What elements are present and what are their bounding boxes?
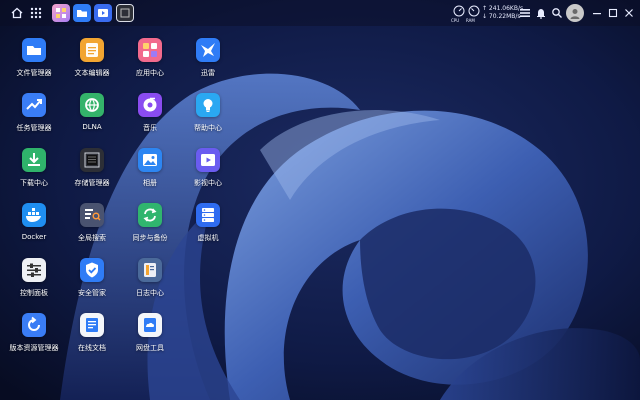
desktop-app-thunder-bird[interactable]: 迅雷 xyxy=(180,38,236,88)
desktop-app-log[interactable]: 日志中心 xyxy=(122,258,178,308)
video-icon xyxy=(196,148,220,172)
desktop-app-label: 迅雷 xyxy=(201,69,215,77)
storage-manager-icon[interactable] xyxy=(116,4,134,22)
desktop-app-notepad[interactable]: 文本编辑器 xyxy=(64,38,120,88)
desktop-app-docker-whale[interactable]: Docker xyxy=(6,203,62,253)
notepad-icon xyxy=(80,38,104,62)
download-icon xyxy=(22,148,46,172)
folder-icon xyxy=(22,38,46,62)
desktop-app-history[interactable]: 版本资源管理器 xyxy=(6,313,62,363)
search-icon[interactable] xyxy=(548,4,566,22)
avatar[interactable] xyxy=(566,4,584,22)
shield-check-icon xyxy=(80,258,104,282)
desktop-app-server[interactable]: 虚拟机 xyxy=(180,203,236,253)
music-icon xyxy=(138,93,162,117)
sync-icon xyxy=(138,203,162,227)
app-grid-icon[interactable] xyxy=(27,4,45,22)
desktop-app-label: 任务管理器 xyxy=(16,124,52,132)
dlna-globe-icon xyxy=(80,93,104,117)
lightbulb-icon xyxy=(196,93,220,117)
desktop-app-folder[interactable]: 文件管理器 xyxy=(6,38,62,88)
desktop-app-sync[interactable]: 同步与备份 xyxy=(122,203,178,253)
desktop-app-label: DLNA xyxy=(82,123,102,131)
document-icon xyxy=(80,313,104,337)
desktop-app-label: 网盘工具 xyxy=(136,344,164,352)
desktop-app-search-list[interactable]: 全局搜索 xyxy=(64,203,120,253)
desktop-app-label: 文件管理器 xyxy=(16,69,52,77)
desktop-app-dlna-globe[interactable]: DLNA xyxy=(64,93,120,143)
desktop-app-label: Docker xyxy=(21,233,47,241)
desktop-app-video[interactable]: 影视中心 xyxy=(180,148,236,198)
storage-icon xyxy=(80,148,104,172)
file-manager-icon[interactable] xyxy=(73,4,91,22)
sliders-icon xyxy=(22,258,46,282)
thunder-bird-icon xyxy=(196,38,220,62)
desktop-app-label: 应用中心 xyxy=(136,69,164,77)
desktop-app-label: 相册 xyxy=(143,179,157,187)
server-icon xyxy=(196,203,220,227)
media-player-icon[interactable] xyxy=(94,4,112,22)
ram-label: RAM xyxy=(466,18,475,23)
docker-whale-icon xyxy=(22,203,46,227)
desktop-app-sliders[interactable]: 控制面板 xyxy=(6,258,62,308)
log-icon xyxy=(138,258,162,282)
desktop-app-label: 同步与备份 xyxy=(132,234,168,242)
desktop-app-chart-trend[interactable]: 任务管理器 xyxy=(6,93,62,143)
top-bar: CPU RAM ↑ 241.06KB/s ↓ 70.22MB/s xyxy=(0,0,640,26)
desktop-app-shield-check[interactable]: 安全管家 xyxy=(64,258,120,308)
desktop-app-label: 音乐 xyxy=(143,124,157,132)
app-center-icon xyxy=(138,38,162,62)
cpu-label: CPU xyxy=(451,18,460,23)
desktop-app-music[interactable]: 音乐 xyxy=(122,93,178,143)
desktop-app-lightbulb[interactable]: 帮助中心 xyxy=(180,93,236,143)
photo-icon xyxy=(138,148,162,172)
desktop-app-app-center[interactable]: 应用中心 xyxy=(122,38,178,88)
desktop-app-label: 控制面板 xyxy=(20,289,48,297)
home-icon[interactable] xyxy=(8,4,26,22)
cloud-drive-icon xyxy=(138,313,162,337)
desktop-app-label: 虚拟机 xyxy=(197,234,219,242)
desktop-app-label: 下载中心 xyxy=(20,179,48,187)
desktop-app-download[interactable]: 下载中心 xyxy=(6,148,62,198)
desktop-app-label: 影视中心 xyxy=(194,179,222,187)
desktop-app-label: 帮助中心 xyxy=(194,124,222,132)
desktop-app-label: 日志中心 xyxy=(136,289,164,297)
chart-trend-icon xyxy=(22,93,46,117)
desktop-app-label: 在线文档 xyxy=(78,344,106,352)
app-center-icon[interactable] xyxy=(52,4,70,22)
desktop-app-document[interactable]: 在线文档 xyxy=(64,313,120,363)
search-list-icon xyxy=(80,203,104,227)
desktop-app-photo[interactable]: 相册 xyxy=(122,148,178,198)
desktop-app-storage[interactable]: 存储管理器 xyxy=(64,148,120,198)
desktop-app-label: 安全管家 xyxy=(78,289,106,297)
history-icon xyxy=(22,313,46,337)
close-icon[interactable] xyxy=(620,4,638,22)
desktop-app-label: 版本资源管理器 xyxy=(9,344,59,352)
desktop-app-label: 全局搜索 xyxy=(78,234,106,242)
desktop-app-cloud-drive[interactable]: 网盘工具 xyxy=(122,313,178,363)
desktop-app-label: 存储管理器 xyxy=(74,179,110,187)
desktop-app-label: 文本编辑器 xyxy=(74,69,110,77)
